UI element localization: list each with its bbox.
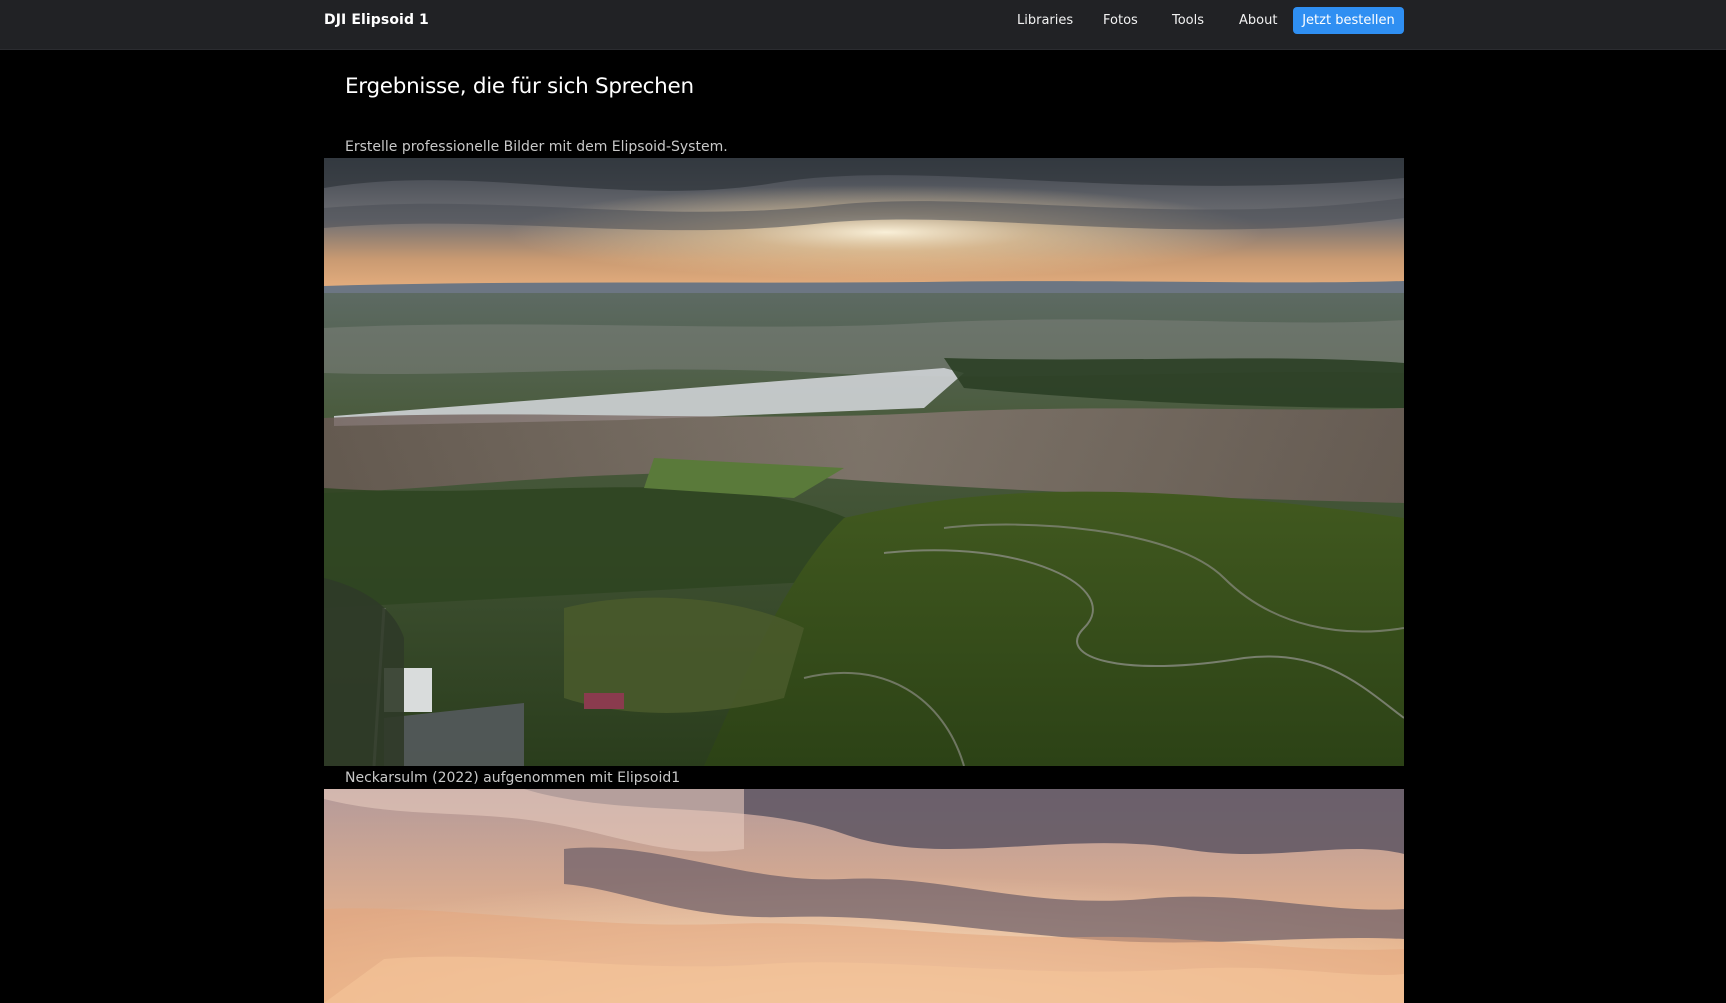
nav-link-libraries[interactable]: Libraries <box>1017 13 1073 28</box>
photo-caption: Neckarsulm (2022) aufgenommen mit Elipso… <box>345 770 681 786</box>
nav-link-tools[interactable]: Tools <box>1172 13 1204 28</box>
nav-link-about[interactable]: About <box>1239 13 1277 28</box>
gallery-photo-sunset-clouds <box>324 789 1404 1003</box>
brand-logo[interactable]: DJI Elipsoid 1 <box>324 12 429 28</box>
order-now-button[interactable]: Jetzt bestellen <box>1293 7 1404 34</box>
gallery-photo-neckarsulm <box>324 158 1404 766</box>
intro-text: Erstelle professionelle Bilder mit dem E… <box>345 139 728 155</box>
navbar: DJI Elipsoid 1 Libraries Fotos Tools Abo… <box>0 0 1726 49</box>
nav-link-fotos[interactable]: Fotos <box>1103 13 1138 28</box>
page-title: Ergebnisse, die für sich Sprechen <box>345 74 694 99</box>
